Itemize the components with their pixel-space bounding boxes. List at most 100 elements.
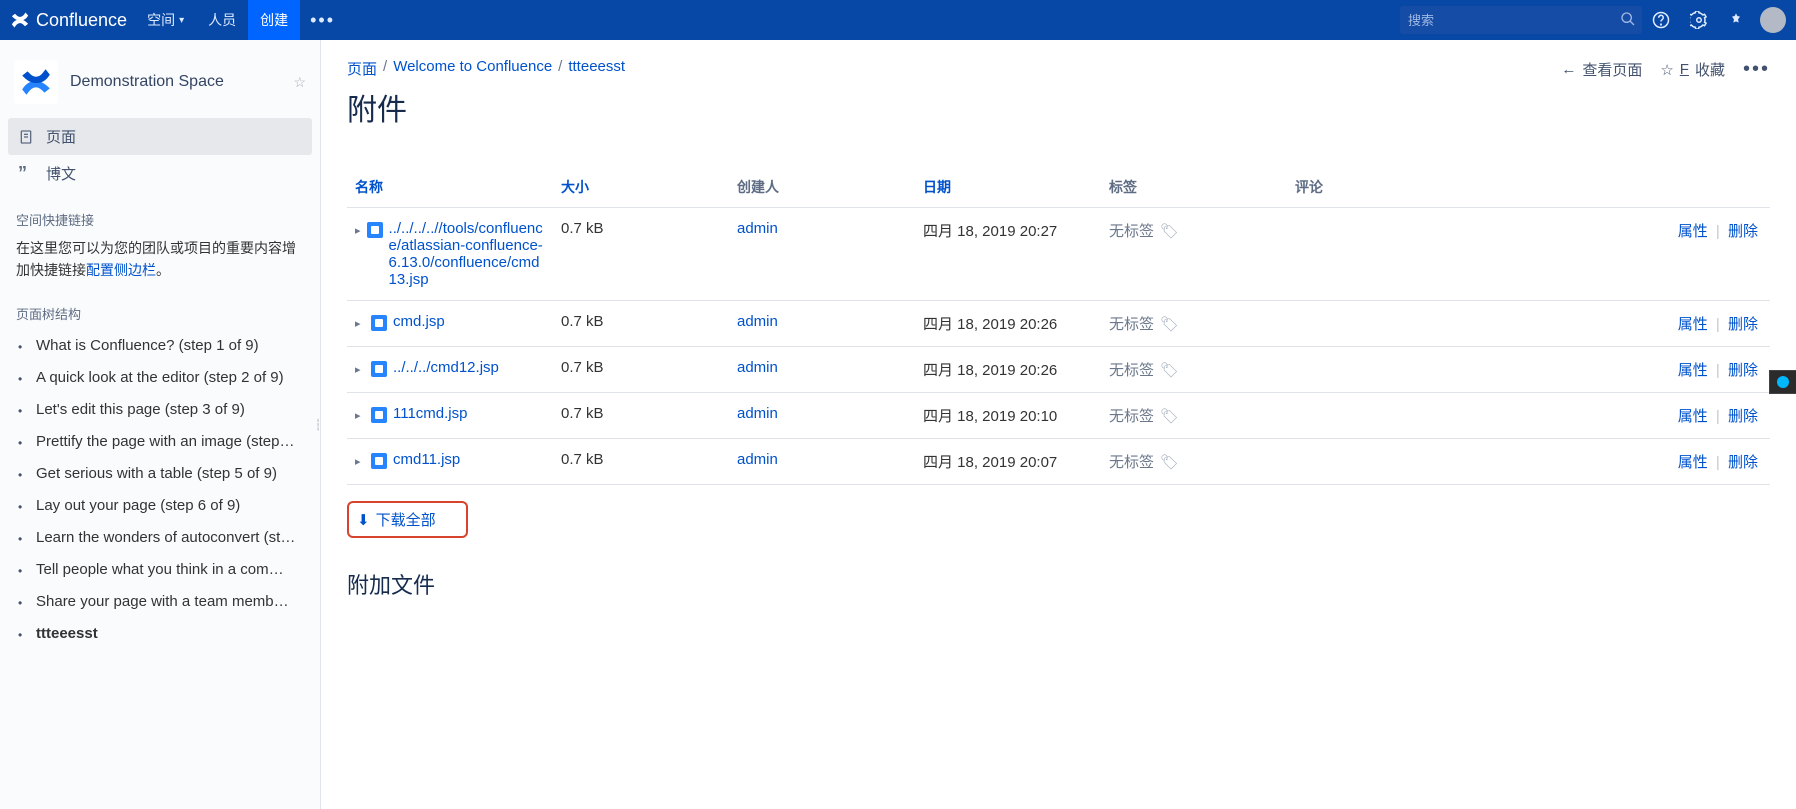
search-input-wrap [1400, 6, 1642, 34]
space-name[interactable]: Demonstration Space [70, 73, 281, 91]
attachment-name[interactable]: cmd11.jsp [393, 451, 460, 468]
action-properties[interactable]: 属性 [1674, 223, 1712, 240]
action-delete[interactable]: 删除 [1724, 362, 1762, 379]
settings-icon[interactable] [1680, 11, 1718, 29]
right-edge-widget[interactable] [1769, 370, 1796, 394]
action-properties[interactable]: 属性 [1674, 408, 1712, 425]
create-button[interactable]: 创建 [248, 0, 300, 40]
tree-item[interactable]: •Tell people what you think in a comment… [8, 555, 320, 587]
notifications-icon[interactable] [1718, 12, 1754, 28]
configure-sidebar-link[interactable]: 配置侧边栏 [86, 262, 156, 278]
star-space-icon[interactable]: ☆ [293, 74, 306, 91]
tag-icon: 🏷 [1160, 315, 1179, 333]
tag-icon: 🏷 [1160, 361, 1179, 379]
action-delete[interactable]: 删除 [1724, 454, 1762, 471]
attachment-name[interactable]: ../../../..//tools/confluence/atlassian-… [389, 220, 545, 288]
tree-item-label: Prettify the page with an image (step 4 … [36, 433, 296, 450]
attachment-creator[interactable]: admin [737, 451, 778, 468]
attachment-name[interactable]: ../../../cmd12.jsp [393, 359, 499, 376]
tag-icon: 🏷 [1160, 453, 1179, 471]
expand-icon[interactable]: ▸ [355, 224, 361, 237]
attachment-labels[interactable]: 无标签🏷 [1109, 313, 1279, 334]
page-tree-heading: 页面树结构 [0, 286, 320, 329]
view-page-button[interactable]: ← 查看页面 [1561, 59, 1642, 80]
table-row: ▸ ../../../..//tools/confluence/atlassian… [347, 208, 1770, 301]
action-properties[interactable]: 属性 [1674, 316, 1712, 333]
search-icon[interactable] [1620, 11, 1636, 30]
user-avatar[interactable] [1760, 7, 1786, 33]
tree-item[interactable]: •Learn the wonders of autoconvert (step … [8, 523, 320, 555]
nav-people[interactable]: 人员 [196, 0, 248, 40]
tree-item-label: ttteeesst [36, 625, 98, 642]
attachment-date: 四月 18, 2019 20:10 [915, 393, 1101, 439]
attachment-size: 0.7 kB [553, 208, 729, 301]
attachments-table: 名称 大小 创建人 日期 标签 评论 ▸../../../..//tools/c… [347, 167, 1770, 485]
back-arrow-icon: ← [1561, 61, 1576, 78]
tag-icon: 🏷 [1160, 407, 1179, 425]
sidebar-item-blog[interactable]: ” 博文 [8, 155, 312, 192]
page-title: 附件 [347, 85, 625, 129]
tree-item[interactable]: •Let's edit this page (step 3 of 9) [8, 395, 320, 427]
tree-item[interactable]: •Lay out your page (step 6 of 9) [8, 491, 320, 523]
more-button[interactable]: ••• [300, 0, 345, 40]
tree-item[interactable]: •ttteeesst [8, 619, 320, 651]
file-icon [371, 361, 387, 377]
quick-links-desc: 在这里您可以为您的团队或项目的重要内容增加快捷链接配置侧边栏。 [0, 235, 320, 286]
tree-item[interactable]: •Share your page with a team member (ste… [8, 587, 320, 619]
attachment-name[interactable]: 111cmd.jsp [393, 405, 467, 422]
tree-item[interactable]: •Get serious with a table (step 5 of 9) [8, 459, 320, 491]
bullet-icon: • [18, 465, 28, 485]
file-icon [371, 453, 387, 469]
action-delete[interactable]: 删除 [1724, 408, 1762, 425]
attachment-creator[interactable]: admin [737, 313, 778, 330]
quick-links-heading: 空间快捷链接 [0, 192, 320, 235]
expand-icon[interactable]: ▸ [355, 409, 365, 422]
attachment-labels[interactable]: 无标签🏷 [1109, 359, 1279, 380]
action-delete[interactable]: 删除 [1724, 223, 1762, 240]
attachment-creator[interactable]: admin [737, 405, 778, 422]
favorite-button[interactable]: ☆ F收藏 [1660, 59, 1725, 80]
bullet-icon: • [18, 593, 28, 613]
tree-item-label: Let's edit this page (step 3 of 9) [36, 401, 245, 418]
table-row: ▸cmd11.jsp0.7 kBadmin四月 18, 2019 20:07无标… [347, 439, 1770, 485]
breadcrumb-current[interactable]: ttteeesst [568, 58, 625, 79]
attachment-name[interactable]: cmd.jsp [393, 313, 445, 330]
page-more-button[interactable]: ••• [1743, 58, 1770, 81]
bullet-icon: • [18, 369, 28, 389]
widget-indicator-icon [1777, 376, 1789, 388]
search-input[interactable] [1406, 12, 1620, 29]
product-logo[interactable]: Confluence [0, 10, 135, 31]
tree-item-label: Lay out your page (step 6 of 9) [36, 497, 240, 514]
action-properties[interactable]: 属性 [1674, 454, 1712, 471]
action-delete[interactable]: 删除 [1724, 316, 1762, 333]
bullet-icon: • [18, 529, 28, 549]
breadcrumb-parent[interactable]: Welcome to Confluence [393, 58, 552, 79]
table-row: ▸../../../cmd12.jsp0.7 kBadmin四月 18, 201… [347, 347, 1770, 393]
main-content: 页面 / Welcome to Confluence / ttteeesst 附… [321, 40, 1796, 809]
download-all-button[interactable]: ⬇ 下载全部 [347, 501, 468, 538]
col-date[interactable]: 日期 [915, 167, 1101, 208]
attachment-labels[interactable]: 无标签🏷 [1109, 405, 1279, 426]
col-labels: 标签 [1101, 167, 1287, 208]
expand-icon[interactable]: ▸ [355, 317, 365, 330]
help-icon[interactable] [1642, 11, 1680, 29]
file-icon [371, 407, 387, 423]
sidebar-item-pages[interactable]: 页面 [8, 118, 312, 155]
attachment-creator[interactable]: admin [737, 359, 778, 376]
action-properties[interactable]: 属性 [1674, 362, 1712, 379]
tree-item[interactable]: •Prettify the page with an image (step 4… [8, 427, 320, 459]
tree-item[interactable]: •A quick look at the editor (step 2 of 9… [8, 363, 320, 395]
attachment-size: 0.7 kB [553, 347, 729, 393]
attachment-labels[interactable]: 无标签🏷 [1109, 220, 1279, 241]
attachment-size: 0.7 kB [553, 393, 729, 439]
breadcrumb-pages[interactable]: 页面 [347, 58, 377, 79]
col-name[interactable]: 名称 [347, 167, 553, 208]
bullet-icon: • [18, 561, 28, 581]
col-size[interactable]: 大小 [553, 167, 729, 208]
attachment-creator[interactable]: admin [737, 220, 778, 237]
attachment-labels[interactable]: 无标签🏷 [1109, 451, 1279, 472]
expand-icon[interactable]: ▸ [355, 455, 365, 468]
expand-icon[interactable]: ▸ [355, 363, 365, 376]
tree-item[interactable]: •What is Confluence? (step 1 of 9) [8, 331, 320, 363]
nav-spaces[interactable]: 空间 ▾ [135, 0, 196, 40]
